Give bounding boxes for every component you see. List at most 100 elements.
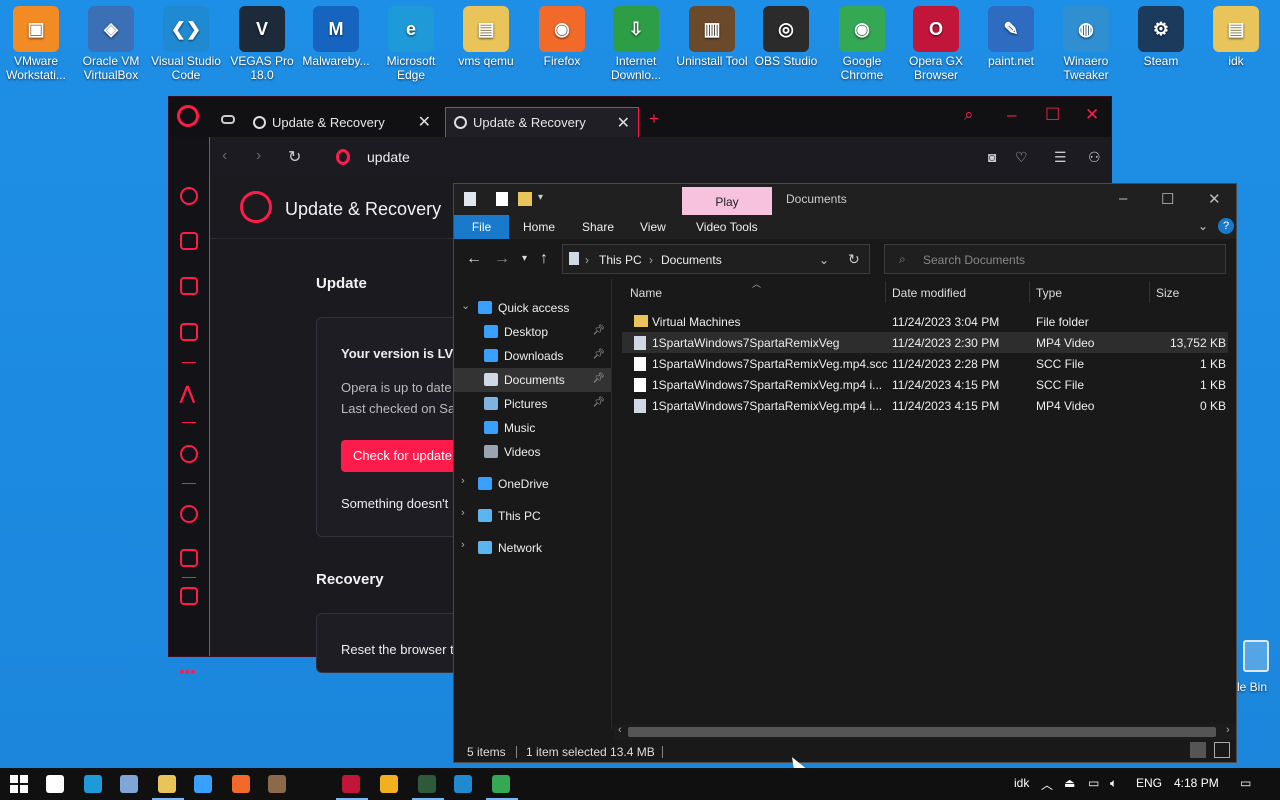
search-icon[interactable] bbox=[46, 775, 64, 793]
column-divider[interactable] bbox=[885, 281, 886, 303]
file-row[interactable]: 1SpartaWindows7SpartaRemixVeg.mp4.scc 11/… bbox=[622, 353, 1228, 374]
gx-corner-icon[interactable] bbox=[180, 323, 198, 341]
column-divider[interactable] bbox=[1149, 281, 1150, 303]
details-view-icon[interactable] bbox=[1190, 742, 1206, 758]
file-explorer-icon[interactable] bbox=[158, 775, 176, 793]
breadcrumb-this-pc[interactable]: This PC bbox=[599, 253, 642, 267]
forward-icon[interactable]: → bbox=[494, 250, 510, 268]
tab-home[interactable]: Home bbox=[523, 220, 555, 234]
speed-dial-icon[interactable] bbox=[180, 187, 198, 205]
file-row[interactable]: 1SpartaWindows7SpartaRemixVeg.mp4 i... 11… bbox=[622, 374, 1228, 395]
maximize-button[interactable]: ☐ bbox=[1161, 190, 1174, 208]
desktop-icon-9[interactable]: ⇩ Internet Downlo... bbox=[600, 4, 672, 82]
nav-item-music[interactable]: Music bbox=[454, 416, 611, 440]
desktop-icon-5[interactable]: M Malwareby... bbox=[300, 4, 372, 68]
large-icons-view-icon[interactable] bbox=[1214, 742, 1230, 758]
camera-icon[interactable]: ◙ bbox=[988, 149, 996, 165]
chevron-down-icon[interactable]: ▾ bbox=[538, 192, 543, 203]
nav-item-document[interactable]: Documents 📌︎ bbox=[454, 368, 611, 392]
usb-icon[interactable]: ⏏ bbox=[1064, 776, 1075, 790]
address-input[interactable]: update bbox=[367, 149, 410, 165]
new-folder-icon[interactable] bbox=[518, 192, 532, 206]
checkmark-icon[interactable] bbox=[496, 192, 508, 206]
expand-icon[interactable]: ⌄ bbox=[461, 299, 470, 312]
file-row[interactable]: Virtual Machines 11/24/2023 3:04 PM File f… bbox=[622, 311, 1228, 332]
close-tab-icon[interactable]: ✕ bbox=[617, 113, 630, 133]
desktop-icon-13[interactable]: O Opera GX Browser bbox=[900, 4, 972, 82]
expand-icon[interactable]: › bbox=[461, 539, 465, 551]
desktop-icon-8[interactable]: ◉ Firefox bbox=[526, 4, 598, 68]
profile-icon[interactable]: ⚇ bbox=[1088, 149, 1101, 166]
column-name[interactable]: Name bbox=[630, 286, 662, 300]
forward-icon[interactable]: › bbox=[256, 147, 261, 165]
file-row[interactable]: 1SpartaWindows7SpartaRemixVeg.mp4 i... 11… bbox=[622, 395, 1228, 416]
player-icon[interactable] bbox=[180, 445, 198, 463]
desktop-icon-15[interactable]: ◍ Winaero Tweaker bbox=[1050, 4, 1122, 82]
tab-update-recovery-1[interactable]: Update & Recovery ✕ bbox=[245, 107, 439, 137]
network-icon[interactable]: ▭ bbox=[1088, 776, 1099, 790]
windows-start-icon[interactable] bbox=[10, 775, 28, 793]
nav-item-desktop[interactable]: Desktop 📌︎ bbox=[454, 320, 611, 344]
path-input[interactable]: › This PC › Documents ⌄ ↻ bbox=[562, 244, 870, 274]
back-icon[interactable]: ‹ bbox=[222, 147, 227, 165]
scrollbar-thumb[interactable] bbox=[628, 727, 1216, 737]
tray-label[interactable]: idk bbox=[1014, 776, 1029, 790]
column-date-modified[interactable]: Date modified bbox=[892, 286, 966, 300]
back-icon[interactable]: ← bbox=[466, 250, 482, 268]
history-icon[interactable] bbox=[180, 505, 198, 523]
desktop-icon-10[interactable]: ▥ Uninstall Tool bbox=[676, 4, 748, 68]
desktop-icon-12[interactable]: ◉ Google Chrome bbox=[826, 4, 898, 82]
twitch-icon[interactable] bbox=[180, 277, 198, 295]
tab-play[interactable]: Play bbox=[682, 187, 772, 215]
vscode-icon[interactable] bbox=[454, 775, 472, 793]
desktop-icon-7[interactable]: ▤ vms qemu bbox=[450, 4, 522, 68]
chrome-icon[interactable] bbox=[492, 775, 510, 793]
edge-icon[interactable] bbox=[84, 775, 102, 793]
help-icon[interactable]: ? bbox=[1218, 218, 1234, 234]
feedback-text[interactable]: Something doesn't bbox=[341, 496, 448, 511]
store-icon[interactable] bbox=[194, 775, 212, 793]
grid-app-icon[interactable] bbox=[380, 775, 398, 793]
pane-divider[interactable] bbox=[611, 279, 612, 729]
scroll-right-icon[interactable]: › bbox=[1226, 724, 1230, 736]
easy-setup-icon[interactable]: ☰ bbox=[1054, 149, 1067, 166]
nav-item-pictures[interactable]: Pictures 📌︎ bbox=[454, 392, 611, 416]
uninstall-tool-icon[interactable] bbox=[268, 775, 286, 793]
close-tab-icon[interactable]: ✕ bbox=[418, 112, 431, 132]
search-icon[interactable]: ⌕ bbox=[964, 105, 974, 125]
column-divider[interactable] bbox=[1029, 281, 1030, 303]
nav-item-this-pc[interactable]: › This PC bbox=[454, 504, 611, 528]
close-button[interactable]: ✕ bbox=[1085, 105, 1099, 125]
nav-item-star[interactable]: ⌄ Quick access bbox=[454, 296, 611, 320]
desktop-icon-3[interactable]: ❮❯ Visual Studio Code bbox=[150, 4, 222, 82]
tab-share[interactable]: Share bbox=[582, 220, 614, 234]
file-row[interactable]: 1SpartaWindows7SpartaRemixVeg 11/24/2023 … bbox=[622, 332, 1228, 353]
nav-item-download[interactable]: Downloads 📌︎ bbox=[454, 344, 611, 368]
nav-item-network[interactable]: › Network bbox=[454, 536, 611, 560]
opera-logo-icon[interactable] bbox=[177, 105, 199, 127]
expand-ribbon-icon[interactable]: ⌄ bbox=[1198, 219, 1208, 233]
cube-icon[interactable] bbox=[180, 549, 198, 567]
desktop-icon-1[interactable]: ▣ VMware Workstati... bbox=[0, 4, 72, 82]
task-manager-icon[interactable] bbox=[120, 775, 138, 793]
refresh-icon[interactable]: ↻ bbox=[848, 251, 860, 268]
tab-video-tools[interactable]: Video Tools bbox=[696, 220, 758, 234]
notifications-icon[interactable]: ▭ bbox=[1240, 776, 1251, 790]
chevron-up-icon[interactable]: ︿ bbox=[1041, 776, 1053, 793]
volume-icon[interactable]: 🔈︎ bbox=[1110, 776, 1117, 791]
desktop-icon-17[interactable]: ▤ idk bbox=[1200, 4, 1272, 68]
desktop-icon-2[interactable]: ◈ Oracle VM VirtualBox bbox=[75, 4, 147, 82]
tab-view[interactable]: View bbox=[640, 220, 666, 234]
maximize-button[interactable]: ☐ bbox=[1045, 105, 1060, 125]
close-button[interactable]: ✕ bbox=[1208, 190, 1221, 208]
expand-icon[interactable]: › bbox=[461, 507, 465, 519]
opera-gx-icon[interactable] bbox=[342, 775, 360, 793]
arc-icon[interactable]: ⋀ bbox=[180, 383, 195, 404]
language-indicator[interactable]: ENG bbox=[1136, 776, 1162, 790]
tab-update-recovery-2[interactable]: Update & Recovery ✕ bbox=[445, 107, 639, 137]
wallpaper-icon[interactable] bbox=[180, 587, 198, 605]
column-size[interactable]: Size bbox=[1156, 286, 1179, 300]
breadcrumb-documents[interactable]: Documents bbox=[661, 253, 722, 267]
chevron-down-icon[interactable]: ⌄ bbox=[819, 253, 829, 267]
recycle-bin[interactable]: le Bin bbox=[1237, 640, 1280, 710]
